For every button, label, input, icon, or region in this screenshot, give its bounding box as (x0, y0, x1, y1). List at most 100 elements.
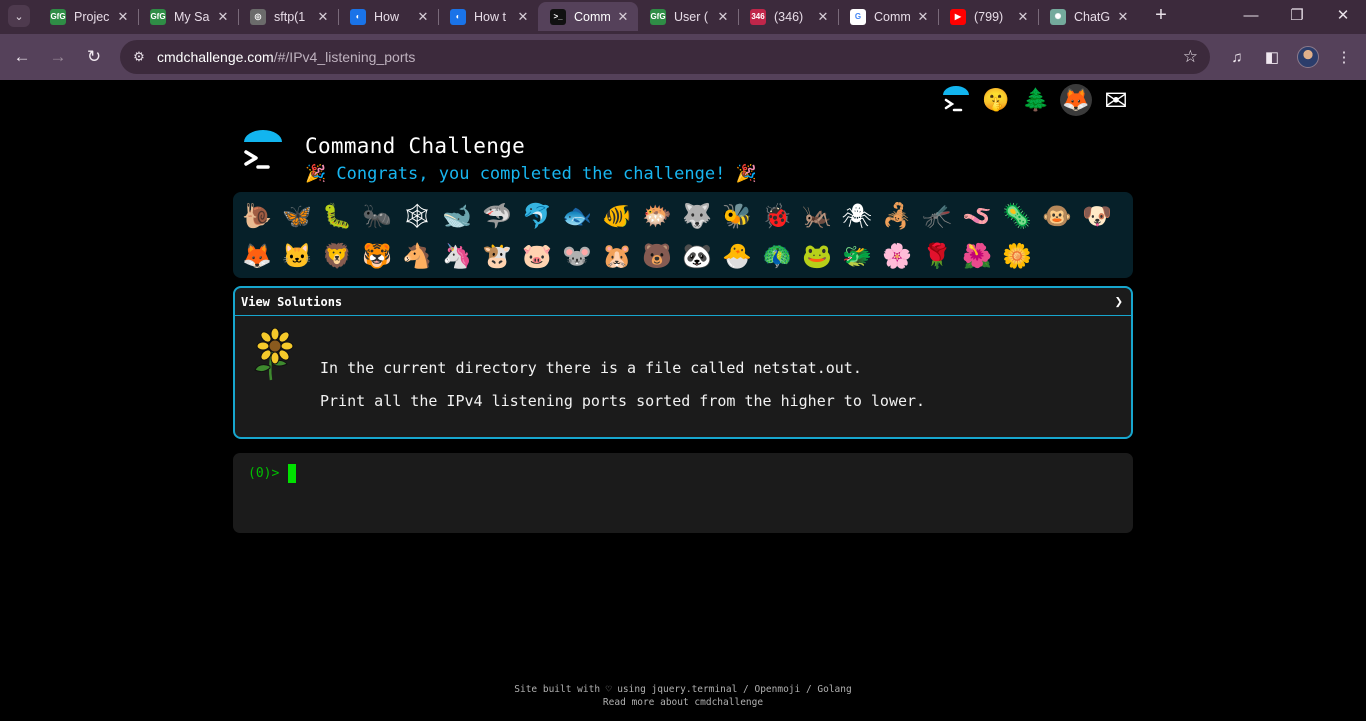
achievement-icon[interactable]: 🕸 (397, 197, 437, 237)
tab-close-icon[interactable]: ✕ (816, 9, 830, 25)
achievement-icon[interactable]: 🌸 (877, 237, 917, 277)
profile-avatar[interactable] (1297, 46, 1319, 68)
address-bar[interactable]: ⚙ cmdchallenge.com/#/IPv4_listening_port… (120, 40, 1210, 74)
forward-button[interactable]: → (46, 45, 70, 69)
shushing-face-icon[interactable]: 🤫 (980, 84, 1012, 116)
minimize-button[interactable]: — (1228, 0, 1274, 30)
cmdchallenge-logo-icon[interactable] (940, 84, 972, 116)
more-menu-icon[interactable]: ⋮ (1333, 46, 1355, 68)
achievement-icon[interactable]: 🌺 (957, 237, 997, 277)
achievement-icon[interactable]: 🐡 (637, 197, 677, 237)
browser-tab[interactable]: G Comm ✕ (838, 2, 938, 31)
tab-title: How (374, 9, 400, 24)
achievement-icon[interactable]: 🪱 (957, 197, 997, 237)
achievement-icon[interactable]: 🦚 (757, 237, 797, 277)
tab-search-button[interactable]: ⌄ (8, 5, 30, 27)
browser-tab[interactable]: GfG User (✕ (638, 2, 738, 31)
terminal[interactable]: (0)> (233, 453, 1133, 533)
tab-favicon-icon: ◐ (450, 8, 466, 25)
tab-close-icon[interactable]: ✕ (516, 9, 530, 25)
achievement-icon[interactable]: 🦠 (997, 197, 1037, 237)
tab-title: (799) (974, 9, 1004, 24)
tab-title: sftp(1 (274, 9, 306, 24)
tab-close-icon[interactable]: ✕ (416, 9, 430, 25)
achievement-icon[interactable]: 🐣 (717, 237, 757, 277)
gitlab-icon[interactable]: 🦊 (1060, 84, 1092, 116)
achievement-icon[interactable]: 🦟 (917, 197, 957, 237)
browser-tab[interactable]: GfG Projec ✕ (38, 2, 138, 31)
achievement-icon[interactable]: 🐵 (1037, 197, 1077, 237)
achievement-icon[interactable]: 🐌 (237, 197, 277, 237)
browser-tab[interactable]: ▶ (799) ✕ (938, 2, 1038, 31)
tab-close-icon[interactable]: ✕ (716, 9, 730, 25)
achievement-icon[interactable]: 🕷 (837, 197, 877, 237)
achievement-icon[interactable]: 🐺 (677, 197, 717, 237)
browser-tab[interactable]: ◐ How ✕ (338, 2, 438, 31)
achievement-icon[interactable]: 🐮 (477, 237, 517, 277)
achievement-icon[interactable]: 🐷 (517, 237, 557, 277)
achievement-icon[interactable]: 🌼 (997, 237, 1037, 277)
achievement-icon[interactable]: 🐜 (357, 197, 397, 237)
achievement-icon[interactable]: 🐹 (597, 237, 637, 277)
achievement-icon[interactable]: 🦗 (797, 197, 837, 237)
achievement-icon[interactable]: 🐝 (717, 197, 757, 237)
achievement-icon[interactable]: 🐼 (677, 237, 717, 277)
tab-close-icon[interactable]: ✕ (1116, 9, 1130, 25)
achievement-row: 🦊 🐱 🦁 🐯 🐴 🦄 🐮 🐷 🐭 🐹 🐻 🐼 🐣 🦚 🐸 🐲 🌸 🌹 🌺 🌼 (237, 237, 1129, 277)
tab-favicon-icon: ▶ (950, 8, 966, 25)
restore-button[interactable]: ❐ (1274, 0, 1320, 30)
browser-tab[interactable]: >_ Comm ✕ (538, 2, 638, 31)
browser-tab[interactable]: ✺ ChatG ✕ (1038, 2, 1138, 31)
bookmark-star-icon[interactable]: ☆ (1183, 47, 1198, 67)
achievement-icon[interactable]: 🐸 (797, 237, 837, 277)
tab-close-icon[interactable]: ✕ (216, 9, 230, 25)
tab-close-icon[interactable]: ✕ (316, 9, 330, 25)
tree-icon[interactable]: 🌲 (1020, 84, 1052, 116)
media-control-icon[interactable]: ♫ (1226, 46, 1248, 68)
achievement-icon[interactable]: 🐱 (277, 237, 317, 277)
chevron-right-icon[interactable]: ❯ (1115, 294, 1123, 310)
browser-tab[interactable]: GfG My Sa ✕ (138, 2, 238, 31)
achievement-icon[interactable]: 🐻 (637, 237, 677, 277)
achievement-icon[interactable]: 🐭 (557, 237, 597, 277)
side-panel-icon[interactable]: ◧ (1261, 46, 1283, 68)
tab-separator (1038, 9, 1039, 25)
achievement-icon[interactable]: 🐛 (317, 197, 357, 237)
achievement-icon[interactable]: 🦋 (277, 197, 317, 237)
achievement-icon[interactable]: 🐞 (757, 197, 797, 237)
tab-separator (838, 9, 839, 25)
back-button[interactable]: ← (10, 45, 34, 69)
achievement-icon[interactable]: 🐴 (397, 237, 437, 277)
footer-about-link[interactable]: Read more about cmdchallenge (0, 696, 1366, 709)
close-window-button[interactable]: ✕ (1320, 0, 1366, 30)
terminal-cursor[interactable] (288, 464, 296, 483)
tab-close-icon[interactable]: ✕ (1016, 9, 1030, 25)
view-solutions-toggle[interactable]: View Solutions ❯ (235, 288, 1131, 316)
url-text[interactable]: cmdchallenge.com/#/IPv4_listening_ports (157, 49, 415, 65)
achievement-icon[interactable]: 🌹 (917, 237, 957, 277)
achievement-icon[interactable]: 🐋 (437, 197, 477, 237)
browser-tab[interactable]: ◐ How t ✕ (438, 2, 538, 31)
site-settings-icon[interactable]: ⚙ (130, 48, 148, 66)
achievement-icon[interactable]: 🐶 (1077, 197, 1117, 237)
achievement-icon[interactable]: 🦊 (237, 237, 277, 277)
tab-close-icon[interactable]: ✕ (116, 9, 130, 25)
envelope-icon[interactable]: ✉ (1100, 84, 1132, 116)
achievement-icon[interactable]: 🦂 (877, 197, 917, 237)
achievement-icon[interactable]: 🐟 (557, 197, 597, 237)
achievement-icon[interactable]: 🐲 (837, 237, 877, 277)
achievement-icon[interactable]: 🦁 (317, 237, 357, 277)
achievement-icon[interactable]: 🦈 (477, 197, 517, 237)
achievement-icon[interactable]: 🦄 (437, 237, 477, 277)
achievement-icon[interactable]: 🐯 (357, 237, 397, 277)
achievement-icon[interactable]: 🐬 (517, 197, 557, 237)
reload-button[interactable]: ↻ (82, 45, 106, 69)
browser-tab[interactable]: ◎ sftp(1 ✕ (238, 2, 338, 31)
achievement-icon[interactable]: 🐠 (597, 197, 637, 237)
tab-close-icon[interactable]: ✕ (616, 9, 630, 25)
tab-strip: ⌄ GfG Projec ✕ GfG My Sa ✕ ◎ sftp(1 ✕ ◐ How ✕ ◐ How t… (0, 0, 1366, 34)
tab-close-icon[interactable]: ✕ (916, 9, 930, 25)
terminal-prompt: (0)> (248, 466, 280, 481)
new-tab-button[interactable]: + (1150, 4, 1172, 26)
browser-tab[interactable]: 346 (346) ✕ (738, 2, 838, 31)
